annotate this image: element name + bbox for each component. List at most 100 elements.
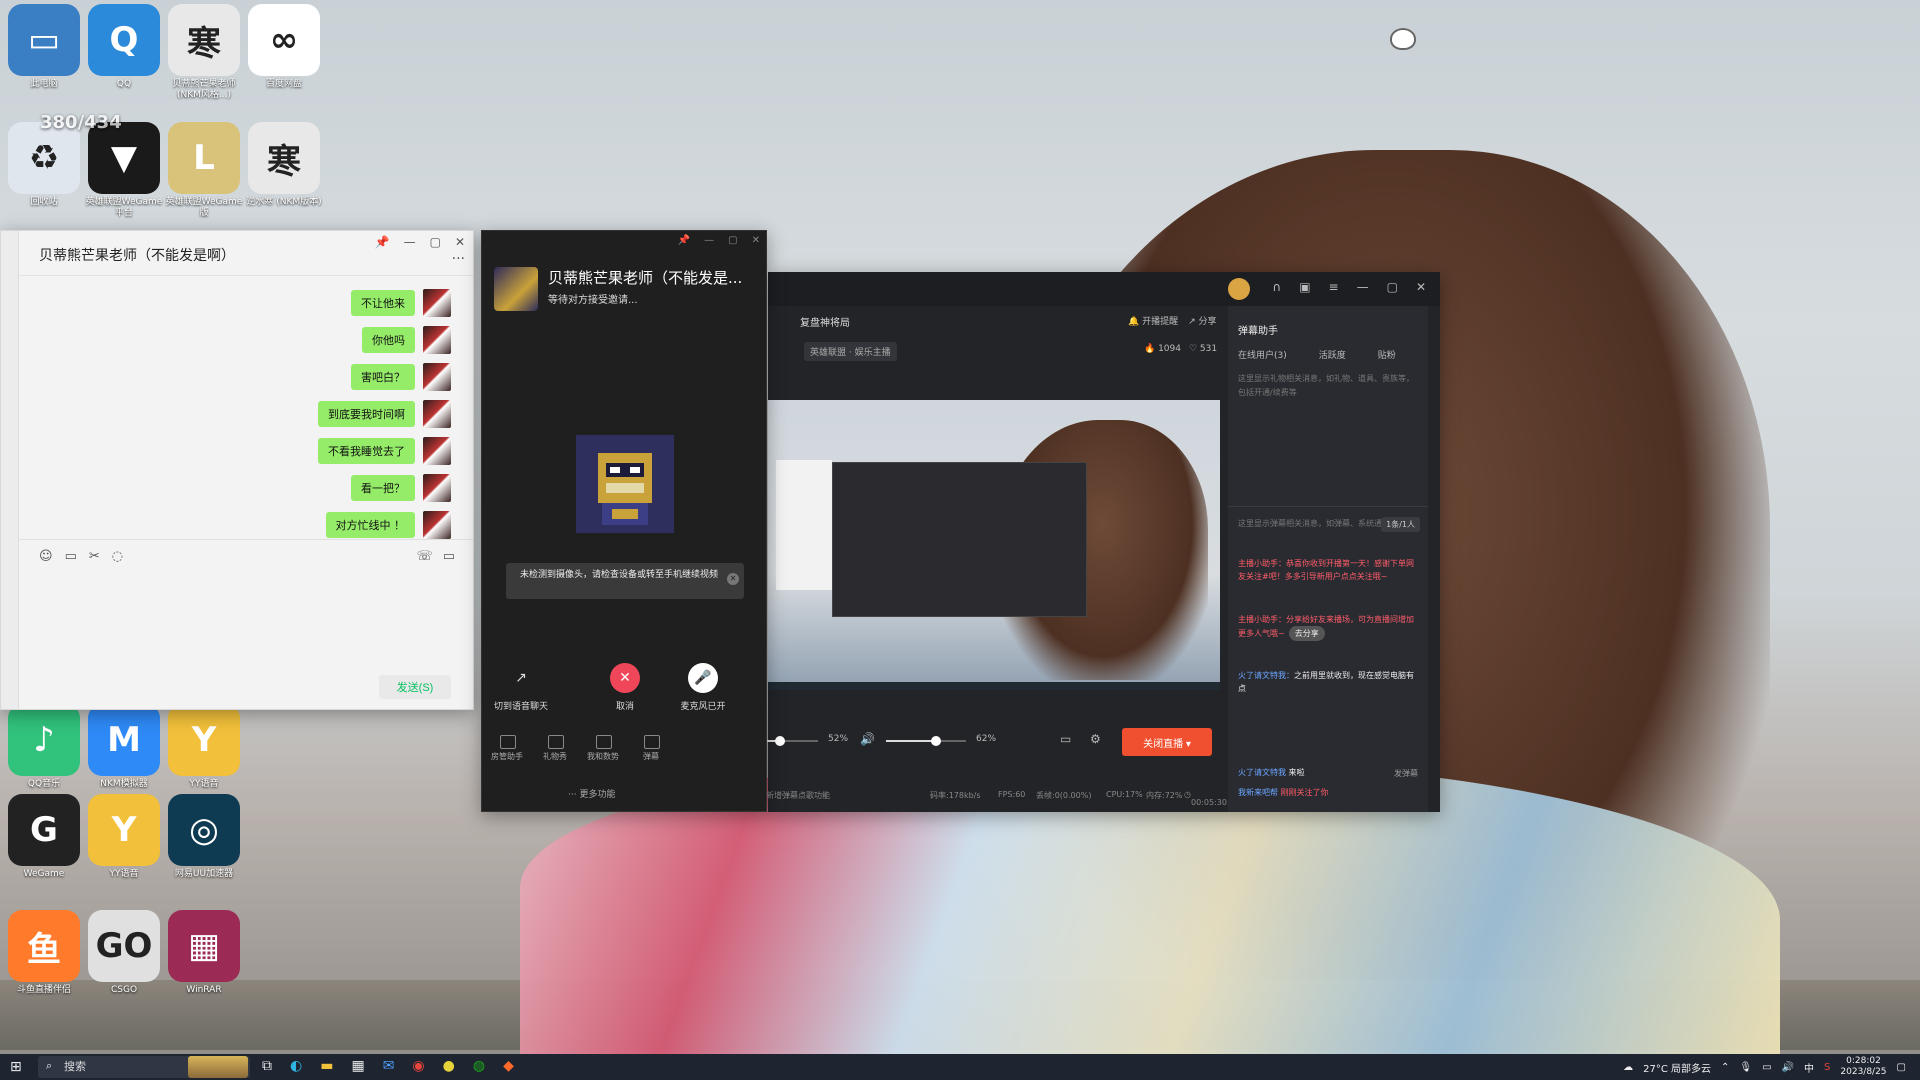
desktop-shortcut[interactable]: ▭ 此电脑 <box>4 4 84 90</box>
desktop-shortcut[interactable]: Y YY语音 <box>84 794 164 880</box>
minimize-button[interactable]: — <box>704 235 714 246</box>
maximize-button[interactable]: ▢ <box>728 235 737 246</box>
headset-icon[interactable]: ∩ <box>1272 280 1281 294</box>
desktop-shortcut[interactable]: 鱼斗鱼直播伴侣 <box>4 910 84 996</box>
sogou-icon[interactable]: S <box>1824 1062 1830 1073</box>
tab-online-users[interactable]: 在线用户(3) <box>1238 348 1287 361</box>
desktop-shortcut[interactable]: ♻ 回收站 <box>4 122 84 208</box>
room-admin-tool[interactable]: 房管助手 <box>490 731 524 777</box>
stop-stream-button[interactable]: 关闭直播 ▾ <box>1122 728 1212 756</box>
send-button[interactable]: 发送(S) <box>379 675 451 699</box>
message-bubble[interactable]: 不让他来 <box>351 290 415 316</box>
file-explorer-icon[interactable]: ▬ <box>320 1058 333 1074</box>
desktop-shortcut[interactable]: 寒逆水寒 (NKM版本) <box>244 122 324 208</box>
folder-icon[interactable]: ▭ <box>65 549 77 564</box>
speaker-volume-slider[interactable] <box>886 736 966 746</box>
minimize-button[interactable]: — <box>404 235 416 249</box>
notification-icon[interactable]: ▢ <box>1897 1062 1906 1073</box>
avatar[interactable] <box>423 511 451 539</box>
cat-widget-icon[interactable] <box>1390 28 1416 50</box>
network-icon[interactable]: ▭ <box>1762 1062 1771 1073</box>
maximize-button[interactable]: ▢ <box>1387 280 1398 294</box>
message-bubble[interactable]: 看一把？ <box>351 475 415 501</box>
close-warning-icon[interactable]: ✕ <box>727 573 739 585</box>
camera-icon[interactable]: ▭ <box>1060 732 1071 746</box>
desktop-shortcut[interactable]: 寒贝蒂熊芒果老师 (NKM风格...) <box>164 4 244 101</box>
desktop-shortcut[interactable]: Q QQ <box>84 4 164 90</box>
speaker-volume-knob[interactable] <box>930 736 941 746</box>
taskbar-clock[interactable]: 0:28:02 2023/8/25 <box>1840 1056 1886 1078</box>
message-bubble[interactable]: 害吧白？ <box>351 364 415 390</box>
feedback-icon[interactable]: ▣ <box>1299 280 1310 294</box>
windows-start-icon[interactable]: ⊞ <box>10 1059 22 1075</box>
pin-icon[interactable]: 📌 <box>375 235 390 249</box>
live-reminder-button[interactable]: 🔔 开播提醒 <box>1128 314 1178 327</box>
more-options-icon[interactable]: ··· <box>452 251 465 267</box>
desktop-shortcut[interactable]: G WeGame <box>4 794 84 880</box>
close-button[interactable]: ✕ <box>1416 280 1426 294</box>
data-tool[interactable]: 我和数势 <box>586 731 620 777</box>
weather-text[interactable]: 27°C 局部多云 <box>1643 1060 1711 1075</box>
speaker-icon[interactable]: 🔊 <box>860 732 875 746</box>
weather-icon[interactable]: ☁ <box>1623 1062 1633 1073</box>
chevron-up-icon[interactable]: ⌃ <box>1721 1062 1729 1073</box>
desktop-shortcut[interactable]: Y YY语音 <box>164 704 244 790</box>
desktop-shortcut[interactable]: M NKM模拟器 <box>84 704 164 790</box>
desktop-shortcut[interactable]: ∞ 百度网盘 <box>244 4 324 90</box>
desktop-shortcut[interactable]: GO CSGO <box>84 910 164 996</box>
host-avatar[interactable] <box>1228 278 1250 300</box>
more-functions-button[interactable]: ··· 更多功能 <box>568 787 615 800</box>
mail-icon[interactable]: ✉ <box>383 1058 395 1074</box>
switch-voice-button[interactable]: ↗ 切到语音聊天 <box>486 663 556 712</box>
maximize-button[interactable]: ▢ <box>430 235 441 249</box>
tab-fans[interactable]: 贴粉 <box>1378 348 1396 361</box>
message-bubble[interactable]: 你他吗 <box>362 327 415 353</box>
chat-history-icon[interactable]: ◌ <box>112 549 123 564</box>
avatar[interactable] <box>423 400 451 428</box>
menu-icon[interactable]: ≡ <box>1329 280 1339 294</box>
send-danmu-button[interactable]: 发弹幕 <box>1394 768 1418 779</box>
danmu-tool[interactable]: 弹幕 <box>634 731 668 777</box>
chrome-icon[interactable]: ◉ <box>412 1058 424 1074</box>
avatar[interactable] <box>423 289 451 317</box>
pin-icon[interactable]: 📌 <box>678 235 690 246</box>
avatar[interactable] <box>423 363 451 391</box>
close-button[interactable]: ✕ <box>752 235 760 246</box>
voice-call-icon[interactable]: ☏ <box>416 549 432 564</box>
desktop-shortcut[interactable]: ▦ WinRAR <box>164 910 244 996</box>
message-bubble[interactable]: 不看我睡觉去了 <box>318 438 415 464</box>
avatar[interactable] <box>423 437 451 465</box>
store-icon[interactable]: ▦ <box>351 1058 364 1074</box>
minimize-button[interactable]: — <box>1357 280 1369 294</box>
stream-preview[interactable] <box>768 400 1220 690</box>
desktop-shortcut[interactable]: L 英雄联盟WeGame版 <box>164 122 244 219</box>
ime-indicator[interactable]: 中 <box>1804 1060 1814 1075</box>
douyu-icon[interactable]: ◆ <box>503 1058 514 1074</box>
task-view-icon[interactable]: ⧉ <box>262 1058 272 1074</box>
gift-show-tool[interactable]: 礼物秀 <box>538 731 572 777</box>
go-share-button[interactable]: 去分享 <box>1288 626 1325 641</box>
qq-music-icon[interactable]: ● <box>443 1058 455 1074</box>
emoji-icon[interactable]: ☺ <box>39 549 53 564</box>
room-title[interactable]: 复盘神将局 <box>800 314 850 329</box>
message-bubble[interactable]: 到底要我时间啊 <box>318 401 415 427</box>
message-bubble[interactable]: 对方忙线中 ！ <box>325 512 415 538</box>
video-call-icon[interactable]: ▭ <box>443 549 455 564</box>
mic-toggle-button[interactable]: 🎤 麦克风已开 <box>668 663 738 712</box>
desktop-shortcut[interactable]: ▼ 英雄联盟WeGame平台 <box>84 122 164 219</box>
scissors-icon[interactable]: ✂ <box>89 549 100 564</box>
close-button[interactable]: ✕ <box>455 235 465 249</box>
game-category[interactable]: 英雄联盟 · 娱乐主播 <box>804 342 897 361</box>
volume-icon[interactable]: 🔊 <box>1782 1062 1794 1073</box>
desktop-shortcut[interactable]: ♪ QQ音乐 <box>4 704 84 790</box>
mic-volume-knob[interactable] <box>774 736 785 746</box>
microphone-tray-icon[interactable]: 🎙 <box>1739 1062 1752 1073</box>
avatar[interactable] <box>423 474 451 502</box>
avatar[interactable] <box>423 326 451 354</box>
share-button[interactable]: ↗ 分享 <box>1188 314 1216 327</box>
wechat-icon[interactable]: ◍ <box>473 1058 485 1074</box>
tab-activity[interactable]: 活跃度 <box>1319 348 1346 361</box>
settings-icon[interactable]: ⚙ <box>1090 732 1101 746</box>
desktop-shortcut[interactable]: ◎ 网易UU加速器 <box>164 794 244 880</box>
edge-icon[interactable]: ◐ <box>290 1058 302 1074</box>
